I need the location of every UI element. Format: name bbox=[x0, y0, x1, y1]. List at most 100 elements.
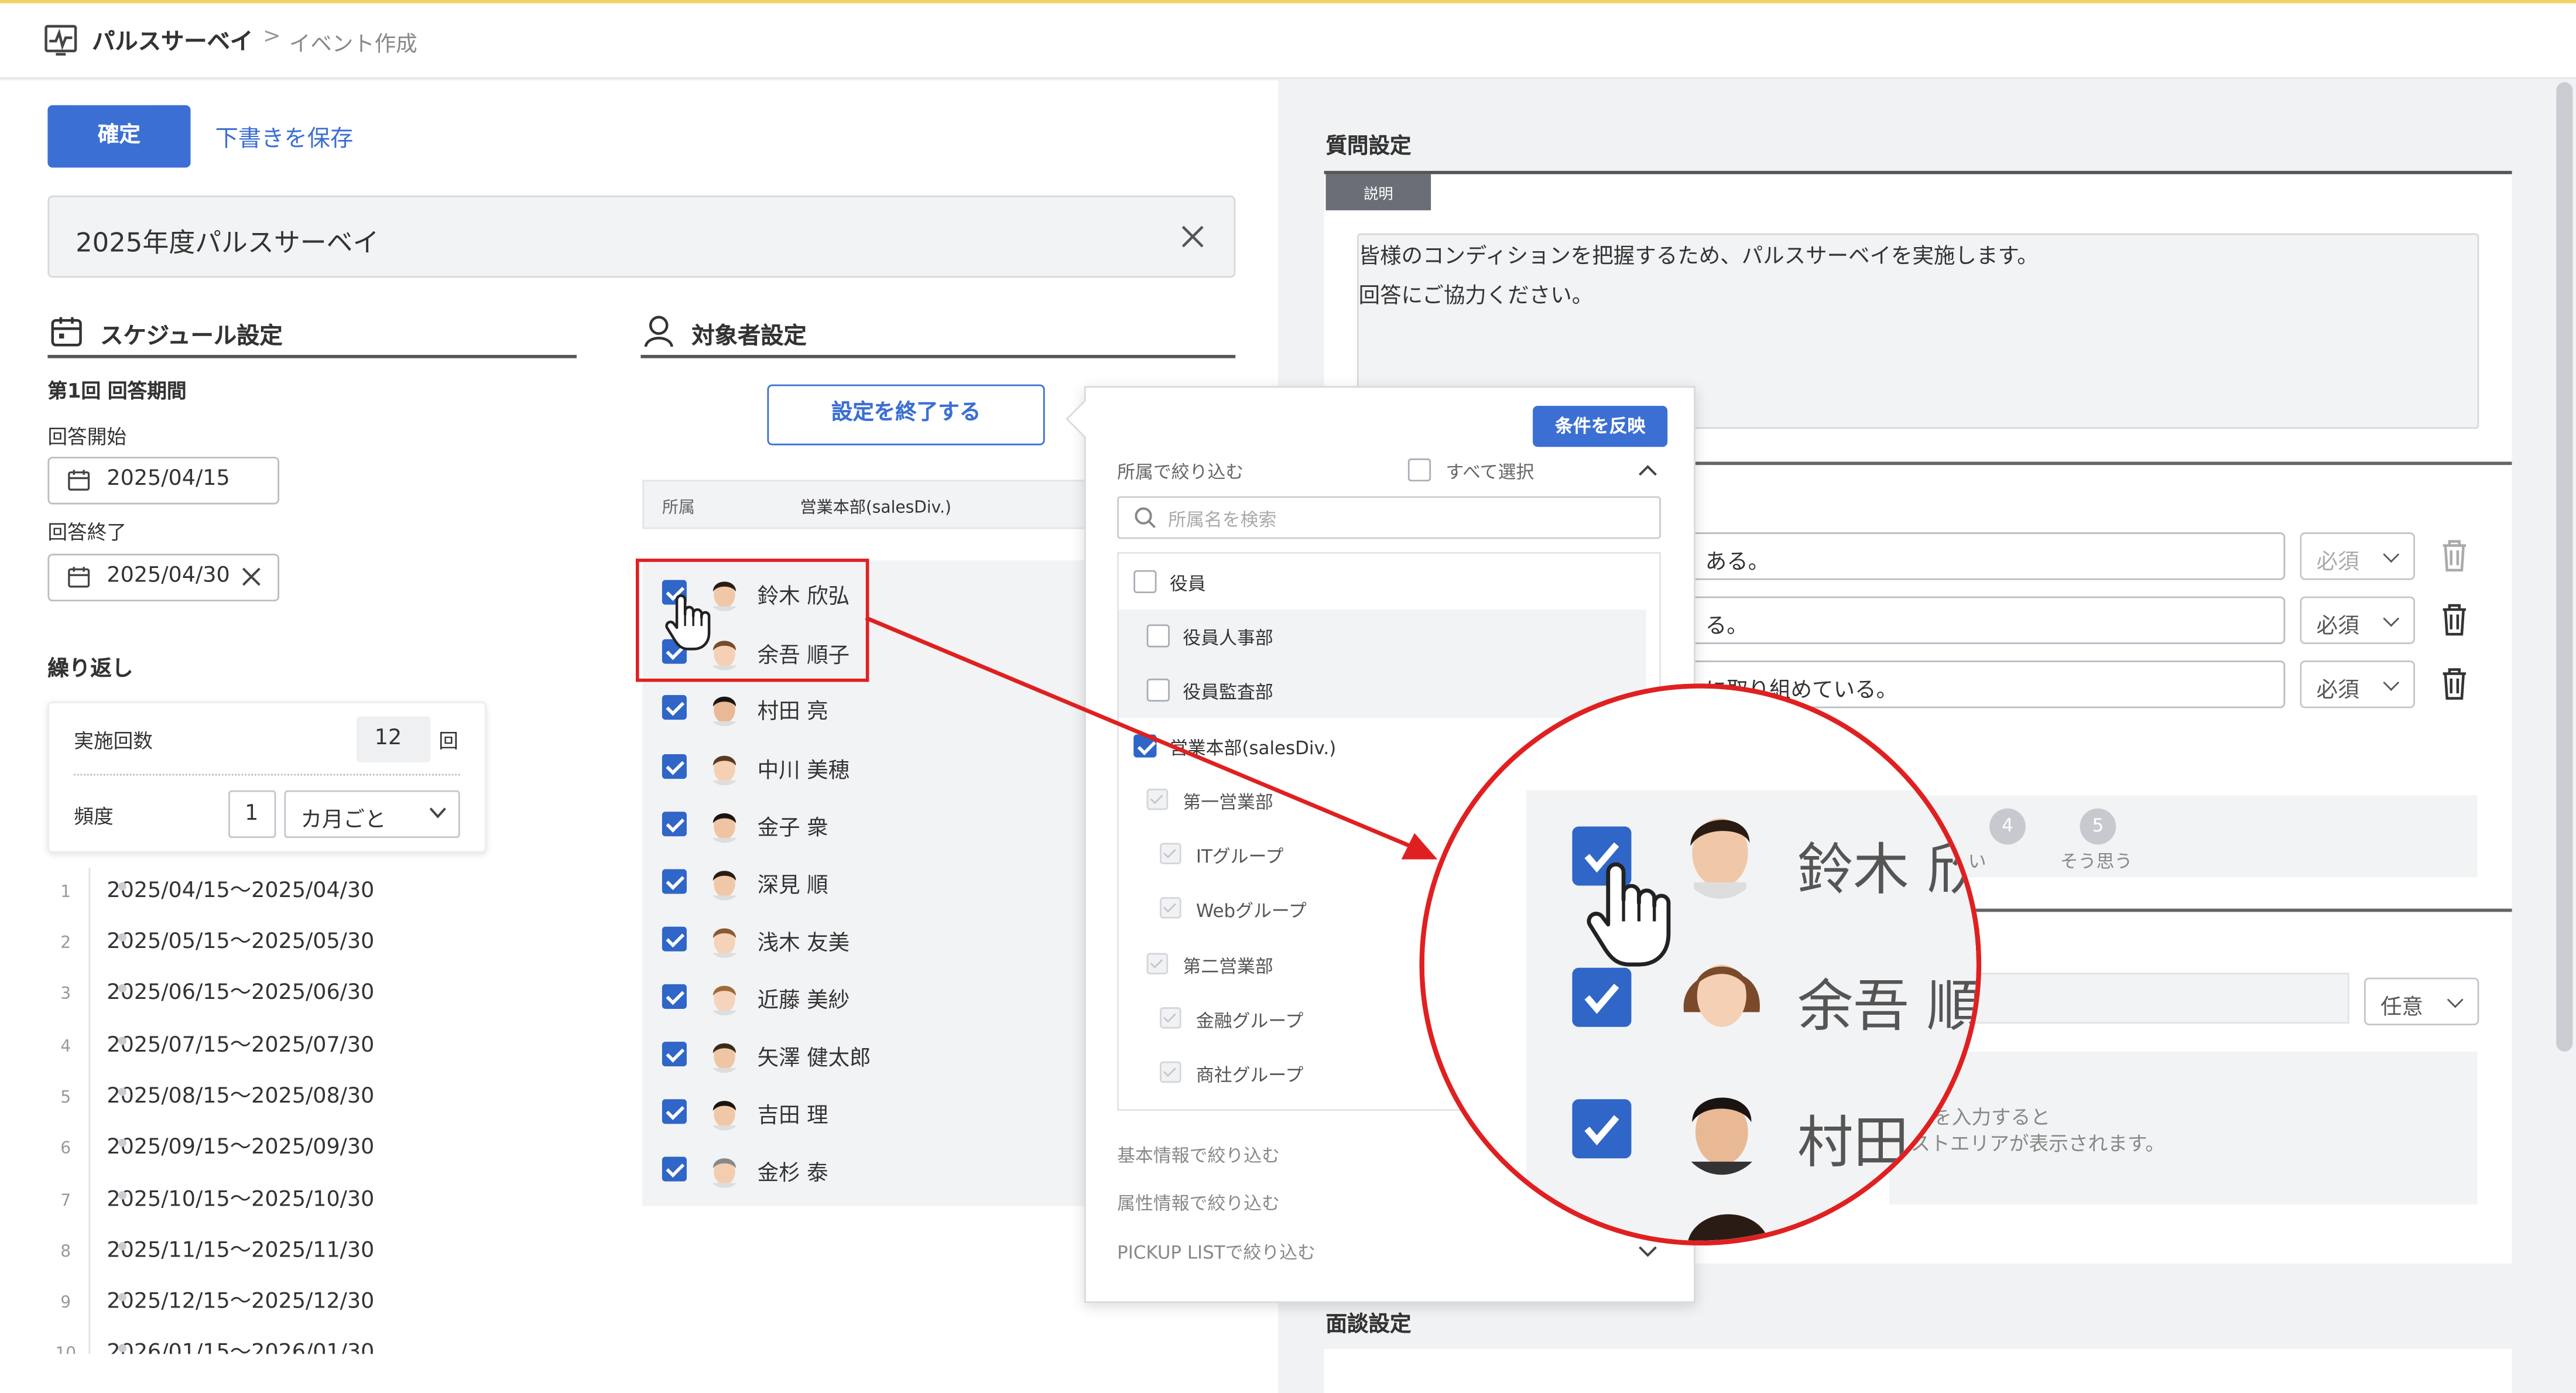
zoom-name-2: 余吾 順 bbox=[1797, 974, 1982, 1041]
clear-date-icon[interactable] bbox=[241, 567, 261, 587]
event-title-value: 2025年度パルスサーベイ bbox=[76, 227, 379, 258]
member-checkbox[interactable] bbox=[662, 812, 687, 837]
zoom-avatar-3 bbox=[1677, 1079, 1766, 1175]
person-icon bbox=[642, 314, 679, 350]
member-checkbox[interactable] bbox=[662, 754, 687, 779]
member-name: 矢澤 健太郎 bbox=[757, 1046, 871, 1072]
chevron-down-icon bbox=[429, 807, 447, 820]
scrollbar-thumb[interactable] bbox=[2556, 82, 2573, 1052]
required-label: 必須 bbox=[2316, 614, 2359, 639]
member-checkbox[interactable] bbox=[662, 1042, 687, 1067]
member-checkbox[interactable] bbox=[662, 1156, 687, 1182]
calendar-icon bbox=[49, 314, 84, 348]
required-label: 必須 bbox=[2316, 550, 2359, 576]
interview-heading: 面談設定 bbox=[1325, 1313, 1412, 1338]
member-name: 深見 順 bbox=[757, 874, 828, 899]
scale-4-circle: 4 bbox=[1989, 808, 2026, 845]
clear-icon[interactable] bbox=[1180, 224, 1206, 250]
member-checkbox[interactable] bbox=[662, 926, 687, 952]
page: パルスサーベイ > イベント作成 確定 下書きを保存 2025年度パルスサーベイ… bbox=[0, 0, 2576, 1393]
divider bbox=[1324, 170, 2512, 174]
member-checkbox[interactable] bbox=[662, 1099, 687, 1124]
dept-value: 営業本部(salesDiv.) bbox=[800, 499, 951, 518]
schedule-item: 5 2025/08/15〜2025/08/30 bbox=[60, 1084, 375, 1110]
calendar-small-icon bbox=[67, 468, 90, 491]
avatar bbox=[706, 922, 743, 958]
member-name: 浅木 友美 bbox=[757, 932, 850, 957]
avatar bbox=[706, 749, 743, 786]
trash-icon[interactable] bbox=[2438, 538, 2471, 574]
breadcrumb-app[interactable]: パルスサーベイ bbox=[92, 25, 253, 57]
divider bbox=[47, 355, 577, 358]
member-name: 中川 美穂 bbox=[757, 759, 850, 784]
target-heading: 対象者設定 bbox=[691, 323, 807, 350]
pulse-app-icon bbox=[43, 21, 79, 57]
desc-line-1: 皆様のコンディションを把握するため、パルスサーベイを実施します。 bbox=[1358, 245, 2039, 270]
period-title: 第1回 回答期間 bbox=[47, 379, 187, 403]
required-select-1[interactable]: 必須 bbox=[2300, 532, 2415, 580]
apply-conditions-button[interactable]: 条件を反映 bbox=[1533, 406, 1668, 447]
zoom-hand-pointer-icon bbox=[1580, 856, 1678, 974]
member-checkbox[interactable] bbox=[662, 869, 687, 894]
dept-checkbox[interactable] bbox=[1133, 570, 1157, 594]
required-select-3[interactable]: 必須 bbox=[2300, 660, 2415, 709]
save-draft-link[interactable]: 下書きを保存 bbox=[215, 122, 354, 155]
chevron-up-icon[interactable] bbox=[1638, 463, 1658, 476]
confirm-button[interactable]: 確定 bbox=[47, 105, 191, 168]
end-date-value: 2025/04/30 bbox=[107, 563, 230, 588]
hand-pointer-icon bbox=[662, 593, 715, 652]
dept-item-label[interactable]: 金融グループ bbox=[1196, 1007, 1303, 1033]
schedule-item: 9 2025/12/15〜2025/12/30 bbox=[60, 1289, 375, 1315]
avatar bbox=[706, 1094, 743, 1131]
schedule-item: 4 2025/07/15〜2025/07/30 bbox=[60, 1033, 375, 1059]
zoom-avatar-2 bbox=[1677, 946, 1766, 1042]
member-checkbox[interactable] bbox=[662, 694, 687, 720]
callout-arrow bbox=[862, 608, 1454, 871]
pickup-filter[interactable]: PICKUP LISTで絞り込む bbox=[1117, 1239, 1316, 1265]
schedule-item: 7 2025/10/15〜2025/10/30 bbox=[60, 1187, 375, 1213]
count-unit: 回 bbox=[439, 729, 458, 753]
calendar-small-icon bbox=[67, 565, 90, 588]
schedule-heading: スケジュール設定 bbox=[100, 323, 283, 350]
chevron-down-icon[interactable] bbox=[1638, 1245, 1658, 1258]
trash-icon[interactable] bbox=[2438, 665, 2471, 701]
zoom-name-3: 村田 亮 bbox=[1797, 1110, 1982, 1177]
dept-checkbox bbox=[1146, 953, 1169, 975]
select-all-checkbox[interactable] bbox=[1407, 458, 1431, 482]
question-input-2[interactable]: る。 bbox=[1660, 596, 2286, 644]
start-label: 回答開始 bbox=[47, 425, 127, 449]
zoom-checkbox-3 bbox=[1572, 1099, 1632, 1159]
avatar bbox=[706, 864, 743, 901]
dept-item-label[interactable]: Webグループ bbox=[1196, 897, 1307, 923]
avatar bbox=[706, 1036, 743, 1073]
member-checkbox[interactable] bbox=[662, 984, 687, 1009]
member-name: 金杉 泰 bbox=[757, 1161, 828, 1187]
trash-icon[interactable] bbox=[2438, 601, 2471, 638]
member-name: 近藤 美紗 bbox=[757, 989, 850, 1014]
question-text-2: る。 bbox=[1705, 614, 1748, 639]
select-all-label[interactable]: すべて選択 bbox=[1445, 458, 1534, 485]
attribute-filter[interactable]: 属性情報で絞り込む bbox=[1117, 1190, 1280, 1216]
breadcrumb-separator: > bbox=[262, 25, 281, 50]
required-label: 必須 bbox=[2316, 678, 2359, 704]
schedule-item: 8 2025/11/15〜2025/11/30 bbox=[60, 1238, 375, 1264]
avatar bbox=[706, 979, 743, 1016]
freq-value: 1 bbox=[245, 802, 259, 827]
questions-heading: 質問設定 bbox=[1325, 135, 1412, 160]
dept-item-label[interactable]: 商社グループ bbox=[1196, 1062, 1303, 1088]
dept-item-label[interactable]: 役員 bbox=[1170, 570, 1206, 597]
question-input-1[interactable]: ある。 bbox=[1660, 532, 2286, 580]
member-name: 村田 亮 bbox=[757, 700, 828, 725]
zoom-avatar-1 bbox=[1677, 803, 1763, 899]
freq-label: 頻度 bbox=[74, 805, 114, 829]
question-text-1: ある。 bbox=[1705, 550, 1770, 576]
count-label: 実施回数 bbox=[74, 729, 153, 753]
required-select-2[interactable]: 必須 bbox=[2300, 596, 2415, 644]
optional-select[interactable]: 任意 bbox=[2363, 977, 2479, 1026]
dept-item-label[interactable]: 第二営業部 bbox=[1183, 953, 1273, 980]
dept-checkbox bbox=[1160, 1061, 1181, 1083]
end-settings-button[interactable]: 設定を終了する bbox=[767, 384, 1045, 446]
count-value: 12 bbox=[374, 726, 402, 751]
basic-filter[interactable]: 基本情報で絞り込む bbox=[1117, 1142, 1280, 1168]
avatar bbox=[706, 690, 743, 727]
